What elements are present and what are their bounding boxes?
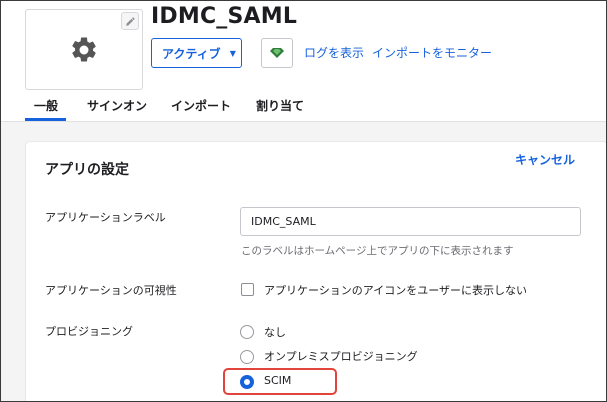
- hide-icon-checkbox-label: アプリケーションのアイコンをユーザーに表示しない: [264, 284, 528, 297]
- push-groups-icon: [270, 48, 284, 58]
- tab-assignments[interactable]: 割り当て: [256, 97, 304, 114]
- tab-import[interactable]: インポート: [171, 97, 231, 114]
- status-dropdown[interactable]: アクティブ ▼: [151, 38, 242, 68]
- cancel-button[interactable]: キャンセル: [515, 151, 575, 168]
- app-logo-tile: [25, 9, 143, 90]
- app-title: IDMC_SAML: [151, 4, 298, 29]
- provisioning-on-premises-radio[interactable]: [240, 350, 254, 364]
- visibility-field-label: アプリケーションの可視性: [45, 284, 177, 297]
- monitor-imports-link[interactable]: インポートをモニター: [372, 44, 492, 61]
- gear-icon: [72, 36, 96, 61]
- provisioning-none-radio[interactable]: [240, 325, 254, 339]
- provisioning-none-label: なし: [264, 326, 286, 339]
- app-label-field-label: アプリケーションラベル: [45, 211, 166, 224]
- scim-highlight-box: [223, 368, 337, 395]
- panel-title: アプリの設定: [45, 162, 129, 178]
- caret-down-icon: ▼: [229, 48, 236, 58]
- tab-sign-on[interactable]: サインオン: [87, 97, 147, 114]
- edit-logo-button[interactable]: [121, 12, 139, 30]
- hide-icon-checkbox[interactable]: [241, 283, 254, 296]
- provisioning-field-label: プロビジョニング: [45, 325, 133, 338]
- tab-general[interactable]: 一般: [34, 97, 58, 114]
- push-groups-button[interactable]: [261, 38, 293, 68]
- status-label: アクティブ: [162, 46, 221, 61]
- app-label-help-text: このラベルはホームページ上でアプリの下に表示されます: [241, 245, 514, 257]
- provisioning-on-premises-label: オンプレミスプロビジョニング: [264, 350, 418, 363]
- app-window: IDMC_SAML アクティブ ▼ ログを表示 インポートをモニター 一般 サイ…: [0, 0, 607, 402]
- view-logs-link[interactable]: ログを表示: [304, 44, 364, 61]
- pencil-icon: [125, 16, 135, 26]
- app-label-input[interactable]: [240, 207, 581, 236]
